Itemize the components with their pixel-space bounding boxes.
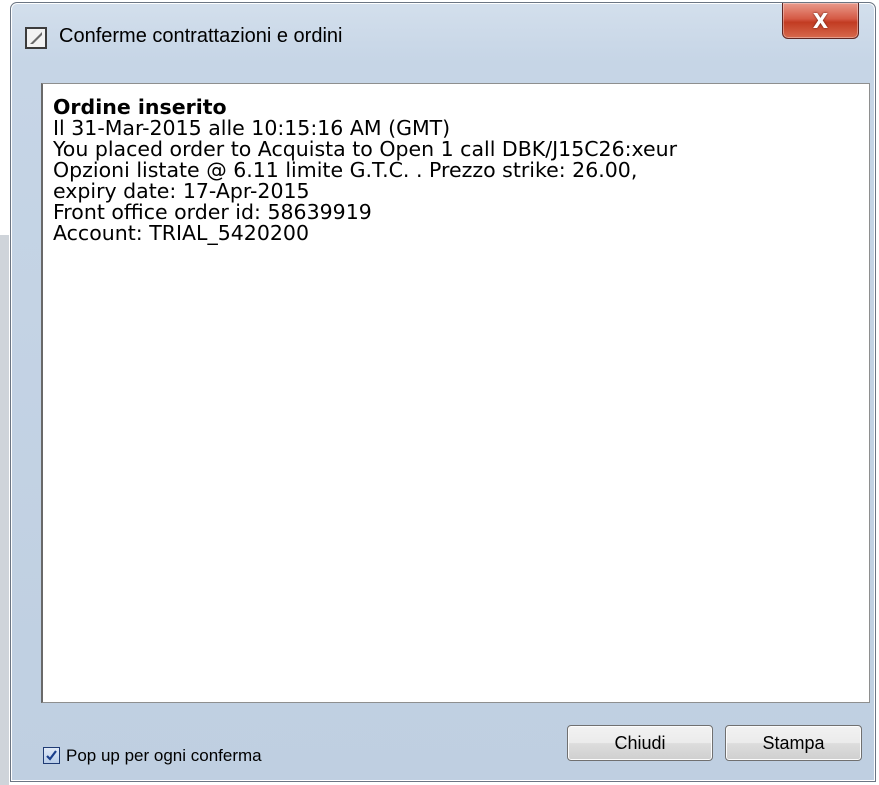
checkmark-icon: [46, 750, 57, 761]
message-line: Front office order id: 58639919: [53, 200, 372, 224]
close-window-button[interactable]: X: [782, 3, 859, 39]
message-title: Ordine inserito: [53, 95, 227, 119]
confirmation-dialog: Conferme contrattazioni e ordini X Ordin…: [10, 2, 876, 782]
print-button[interactable]: Stampa: [725, 725, 862, 761]
title-bar[interactable]: Conferme contrattazioni e ordini X: [11, 3, 875, 73]
message-line: Il 31-Mar-2015 alle 10:15:16 AM (GMT): [53, 116, 451, 140]
popup-checkbox[interactable]: [43, 747, 60, 764]
desktop-background: [0, 0, 10, 785]
app-icon: [25, 27, 47, 49]
window-title: Conferme contrattazioni e ordini: [59, 25, 343, 47]
popup-checkbox-label[interactable]: Pop up per ogni conferma: [66, 746, 262, 766]
message-area[interactable]: Ordine inserito Il 31-Mar-2015 alle 10:1…: [41, 83, 870, 703]
dialog-footer: Pop up per ogni conferma Chiudi Stampa: [11, 708, 875, 783]
message-line: Opzioni listate @ 6.11 limite G.T.C. . P…: [53, 158, 638, 182]
message-line: You placed order to Acquista to Open 1 c…: [53, 137, 678, 161]
close-icon: X: [812, 8, 829, 33]
message-line: expiry date: 17-Apr-2015: [53, 179, 310, 203]
message-line: Account: TRIAL_5420200: [53, 221, 309, 245]
close-button[interactable]: Chiudi: [567, 725, 713, 761]
